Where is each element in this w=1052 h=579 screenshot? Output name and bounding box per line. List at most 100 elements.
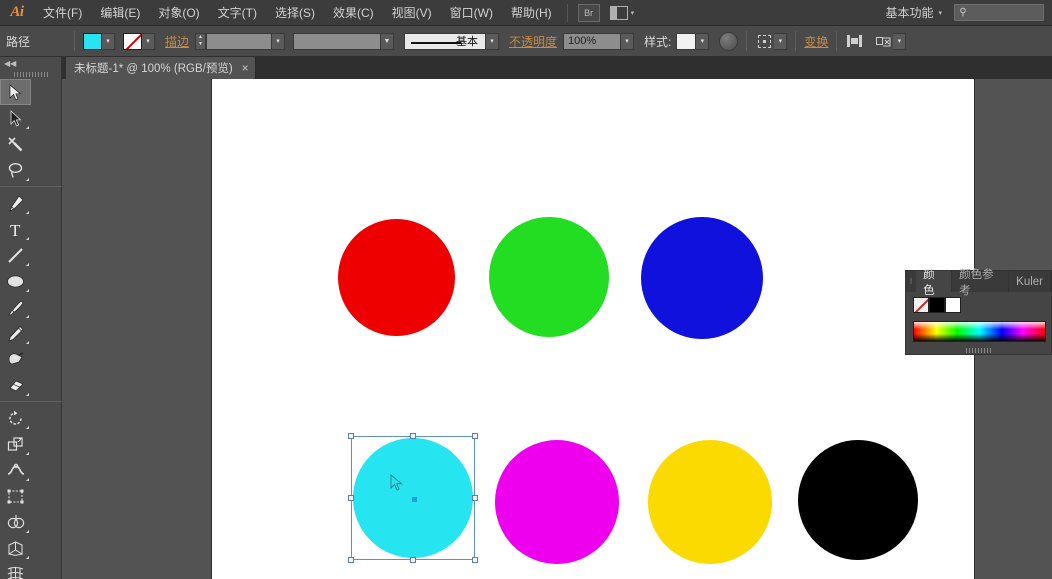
free-transform-tool[interactable]	[0, 483, 31, 509]
select-similar-icon[interactable]	[755, 33, 774, 50]
menu-select[interactable]: 选择(S)	[266, 0, 324, 26]
menu-file[interactable]: 文件(F)	[34, 0, 91, 26]
pen-tool[interactable]	[0, 190, 31, 216]
menu-effect[interactable]: 效果(C)	[324, 0, 383, 26]
tab-kuler[interactable]: Kuler	[1009, 271, 1051, 292]
selection-handle-top-center	[410, 433, 416, 439]
eraser-tool[interactable]	[0, 372, 31, 398]
variable-width-chevron-down-icon[interactable]: ▼	[381, 33, 394, 50]
paintbrush-tool[interactable]	[0, 294, 31, 320]
tool-divider-1	[0, 186, 62, 187]
stroke-swatch-none[interactable]	[123, 33, 142, 50]
search-field[interactable]	[971, 7, 1037, 19]
menu-window[interactable]: 窗口(W)	[441, 0, 502, 26]
artboard[interactable]	[212, 79, 974, 579]
circle-magenta[interactable]	[495, 440, 619, 564]
brush-definition-field[interactable]: 基本	[404, 33, 486, 50]
color-swatch-none[interactable]	[913, 297, 929, 313]
menu-edit[interactable]: 编辑(E)	[91, 0, 149, 26]
blob-brush-tool[interactable]	[0, 346, 31, 372]
color-swatch-white[interactable]	[945, 297, 961, 313]
color-spectrum-ramp[interactable]	[913, 321, 1046, 342]
select-similar-chevron-down-icon[interactable]: ▾	[774, 33, 787, 50]
tab-color-guide[interactable]: 颜色参考	[952, 271, 1009, 292]
circle-black[interactable]	[798, 440, 918, 560]
tools-panel-grip[interactable]	[0, 69, 61, 79]
shape-options-chevron-down-icon[interactable]: ▾	[893, 33, 906, 50]
fill-swatch[interactable]	[83, 33, 102, 50]
line-segment-tool[interactable]	[0, 242, 31, 268]
type-tool[interactable]: T	[0, 216, 31, 242]
shape-options-icon[interactable]	[874, 33, 893, 50]
brush-definition-label: 基本	[456, 33, 478, 49]
ellipse-tool[interactable]	[0, 268, 31, 294]
fill-chevron-down-icon[interactable]: ▾	[102, 33, 115, 50]
selection-handle-bottom-right	[472, 557, 478, 563]
canvas-workspace[interactable]	[62, 79, 1052, 579]
svg-text:T: T	[10, 221, 21, 238]
circle-red[interactable]	[338, 219, 455, 336]
search-input[interactable]: ⚲	[954, 4, 1044, 21]
stroke-weight-field[interactable]	[206, 33, 272, 50]
selection-handle-top-left	[348, 433, 354, 439]
direct-selection-tool[interactable]	[0, 105, 31, 131]
menu-bar: Ai 文件(F) 编辑(E) 对象(O) 文字(T) 选择(S) 效果(C) 视…	[0, 0, 1052, 26]
transform-button[interactable]: 变换	[804, 33, 828, 50]
mouse-cursor	[390, 474, 403, 496]
circle-blue[interactable]	[641, 217, 763, 339]
arrange-documents-icon[interactable]: ▾	[610, 4, 635, 22]
brush-stroke-preview-icon	[411, 42, 461, 44]
magic-wand-tool[interactable]	[0, 131, 31, 157]
tab-color[interactable]: 颜色	[916, 271, 952, 292]
stroke-weight-chevron-down-icon[interactable]: ▾	[272, 33, 285, 50]
workspace-chevron-down-icon[interactable]: ▾	[938, 9, 942, 17]
selection-tool[interactable]	[0, 79, 31, 105]
selection-handle-bottom-center	[410, 557, 416, 563]
lasso-tool[interactable]	[0, 157, 31, 183]
scale-tool[interactable]	[0, 431, 31, 457]
chevron-down-icon: ▾	[631, 9, 635, 17]
menu-view[interactable]: 视图(V)	[383, 0, 441, 26]
mesh-tool[interactable]	[0, 561, 31, 579]
opacity-label[interactable]: 不透明度	[509, 33, 557, 50]
rotate-tool[interactable]	[0, 405, 31, 431]
document-setup-icon[interactable]	[719, 32, 738, 51]
opacity-field[interactable]: 100%	[563, 33, 621, 50]
brush-chevron-down-icon[interactable]: ▾	[486, 33, 499, 50]
menu-help[interactable]: 帮助(H)	[502, 0, 561, 26]
tool-group-selection	[0, 79, 61, 183]
stroke-color-control[interactable]: ▾	[123, 33, 155, 50]
width-tool[interactable]	[0, 457, 31, 483]
variable-width-profile-field[interactable]	[293, 33, 381, 50]
perspective-grid-tool[interactable]	[0, 535, 31, 561]
stroke-weight-stepper[interactable]: ▲▼	[195, 33, 206, 50]
circle-yellow[interactable]	[648, 440, 772, 564]
panel-grip-icon[interactable]: ⁝	[906, 271, 916, 292]
collapse-panel-icon[interactable]: ◀◀	[0, 57, 61, 69]
align-icon[interactable]	[845, 33, 864, 50]
workspace-switcher-label[interactable]: 基本功能	[885, 4, 935, 21]
pencil-tool[interactable]	[0, 320, 31, 346]
close-icon[interactable]: ×	[242, 61, 249, 75]
opacity-chevron-down-icon[interactable]: ▾	[621, 33, 634, 50]
shape-builder-tool[interactable]	[0, 509, 31, 535]
style-chevron-down-icon[interactable]: ▾	[696, 33, 709, 50]
selection-handle-top-right	[472, 433, 478, 439]
fill-color-control[interactable]: ▾	[83, 33, 115, 50]
color-panel[interactable]: ⁝ 颜色 颜色参考 Kuler	[905, 270, 1052, 355]
stroke-weight-label[interactable]: 描边	[165, 33, 189, 50]
stroke-chevron-down-icon[interactable]: ▾	[142, 33, 155, 50]
layout-glyph-icon	[610, 6, 628, 20]
control-divider-1	[74, 31, 75, 51]
selection-handle-middle-left	[348, 495, 354, 501]
illustrator-window: Ai 文件(F) 编辑(E) 对象(O) 文字(T) 选择(S) 效果(C) 视…	[0, 0, 1052, 579]
color-panel-resize-grip[interactable]	[966, 348, 992, 353]
circle-green[interactable]	[489, 217, 609, 337]
menu-type[interactable]: 文字(T)	[209, 0, 266, 26]
document-tab[interactable]: 未标题-1* @ 100% (RGB/预览) ×	[66, 57, 256, 79]
graphic-style-swatch[interactable]	[676, 33, 696, 50]
bridge-icon[interactable]: Br	[578, 4, 600, 22]
menu-object[interactable]: 对象(O)	[149, 0, 208, 26]
document-tab-title: 未标题-1* @ 100% (RGB/预览)	[74, 60, 233, 76]
color-swatch-black[interactable]	[929, 297, 945, 313]
